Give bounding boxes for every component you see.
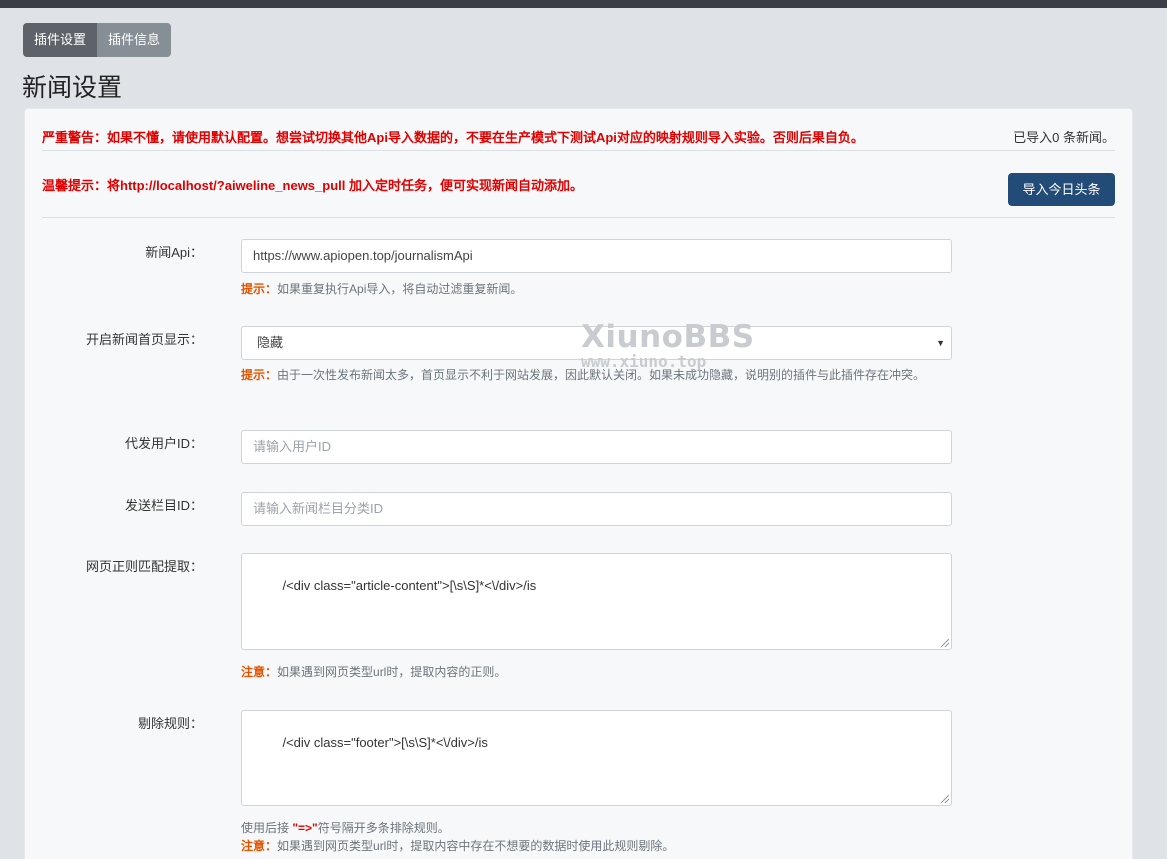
regex-label: 网页正则匹配提取： xyxy=(85,559,203,574)
homepage-help: 提示：由于一次性发布新闻太多，首页显示不利于网站发展，因此默认关闭。如果未成功隐… xyxy=(241,367,952,384)
tip-text: 温馨提示：将http://localhost/?aiweline_news_pu… xyxy=(42,178,583,193)
homepage-label: 开启新闻首页显示： xyxy=(85,332,203,347)
divider xyxy=(42,217,1115,218)
api-help-key: 提示： xyxy=(241,282,278,296)
dropdown-caret-icon: ▼ xyxy=(936,338,945,348)
remove-help-line2: 注意：如果遇到网页类型url时，提取内容中存在不想要的数据时使用此规则剔除。 xyxy=(241,838,952,855)
remove-help-pre: 使用后接 xyxy=(241,821,293,835)
api-help-text: 如果重复执行Api导入，将自动过滤重复新闻。 xyxy=(277,282,523,296)
homepage-help-key: 提示： xyxy=(241,368,278,382)
api-help: 提示：如果重复执行Api导入，将自动过滤重复新闻。 xyxy=(241,281,952,298)
category-id-label: 发送栏目ID： xyxy=(124,498,203,513)
warning-text: 严重警告：如果不懂，请使用默认配置。想尝试切换其他Api导入数据的，不要在生产模… xyxy=(42,130,864,145)
remove-value: /<div class="footer">[\s\S]*<\/div>/is xyxy=(282,735,488,750)
import-toutiao-button[interactable]: 导入今日头条 xyxy=(1008,173,1115,206)
import-count: 已导入0 条新闻。 xyxy=(1013,130,1115,145)
tab-plugin-settings[interactable]: 插件设置 xyxy=(23,23,98,57)
settings-card: 严重警告：如果不懂，请使用默认配置。想尝试切换其他Api导入数据的，不要在生产模… xyxy=(24,108,1133,859)
remove-help-post: 符号隔开多条排除规则。 xyxy=(317,821,450,835)
resize-handle-icon[interactable] xyxy=(941,639,949,647)
remove-label: 剔除规则： xyxy=(137,716,203,731)
resize-handle-icon[interactable] xyxy=(941,795,949,803)
api-label: 新闻Api： xyxy=(145,245,203,260)
homepage-select[interactable]: 隐藏 ▼ xyxy=(241,326,952,360)
regex-textarea[interactable]: /<div class="article-content">[\s\S]*<\/… xyxy=(241,553,952,650)
remove-help-quote: "=>" xyxy=(292,821,318,835)
remove-help-key: 注意： xyxy=(241,839,278,853)
user-id-label: 代发用户ID： xyxy=(124,436,203,451)
remove-help-line1: 使用后接 "=>"符号隔开多条排除规则。 xyxy=(241,820,952,837)
regex-help-text: 如果遇到网页类型url时，提取内容的正则。 xyxy=(277,665,507,679)
remove-help-text: 如果遇到网页类型url时，提取内容中存在不想要的数据时使用此规则剔除。 xyxy=(277,839,675,853)
homepage-selected-value: 隐藏 xyxy=(257,335,284,350)
tab-plugin-info[interactable]: 插件信息 xyxy=(97,23,172,57)
page-title: 新闻设置 xyxy=(22,74,123,102)
regex-value: /<div class="article-content">[\s\S]*<\/… xyxy=(282,578,537,593)
homepage-help-text: 由于一次性发布新闻太多，首页显示不利于网站发展，因此默认关闭。如果未成功隐藏，说… xyxy=(277,368,926,382)
tab-bar: 插件设置 插件信息 xyxy=(23,23,172,57)
regex-help: 注意：如果遇到网页类型url时，提取内容的正则。 xyxy=(241,664,952,681)
regex-help-key: 注意： xyxy=(241,665,278,679)
category-id-input[interactable]: 请输入新闻栏目分类ID xyxy=(241,492,952,526)
top-bar xyxy=(0,0,1167,8)
remove-textarea[interactable]: /<div class="footer">[\s\S]*<\/div>/is xyxy=(241,710,952,806)
user-id-input[interactable]: 请输入用户ID xyxy=(241,430,952,464)
warning-row: 严重警告：如果不懂，请使用默认配置。想尝试切换其他Api导入数据的，不要在生产模… xyxy=(42,127,1115,151)
api-input[interactable]: https://www.apiopen.top/journalismApi xyxy=(241,239,952,273)
